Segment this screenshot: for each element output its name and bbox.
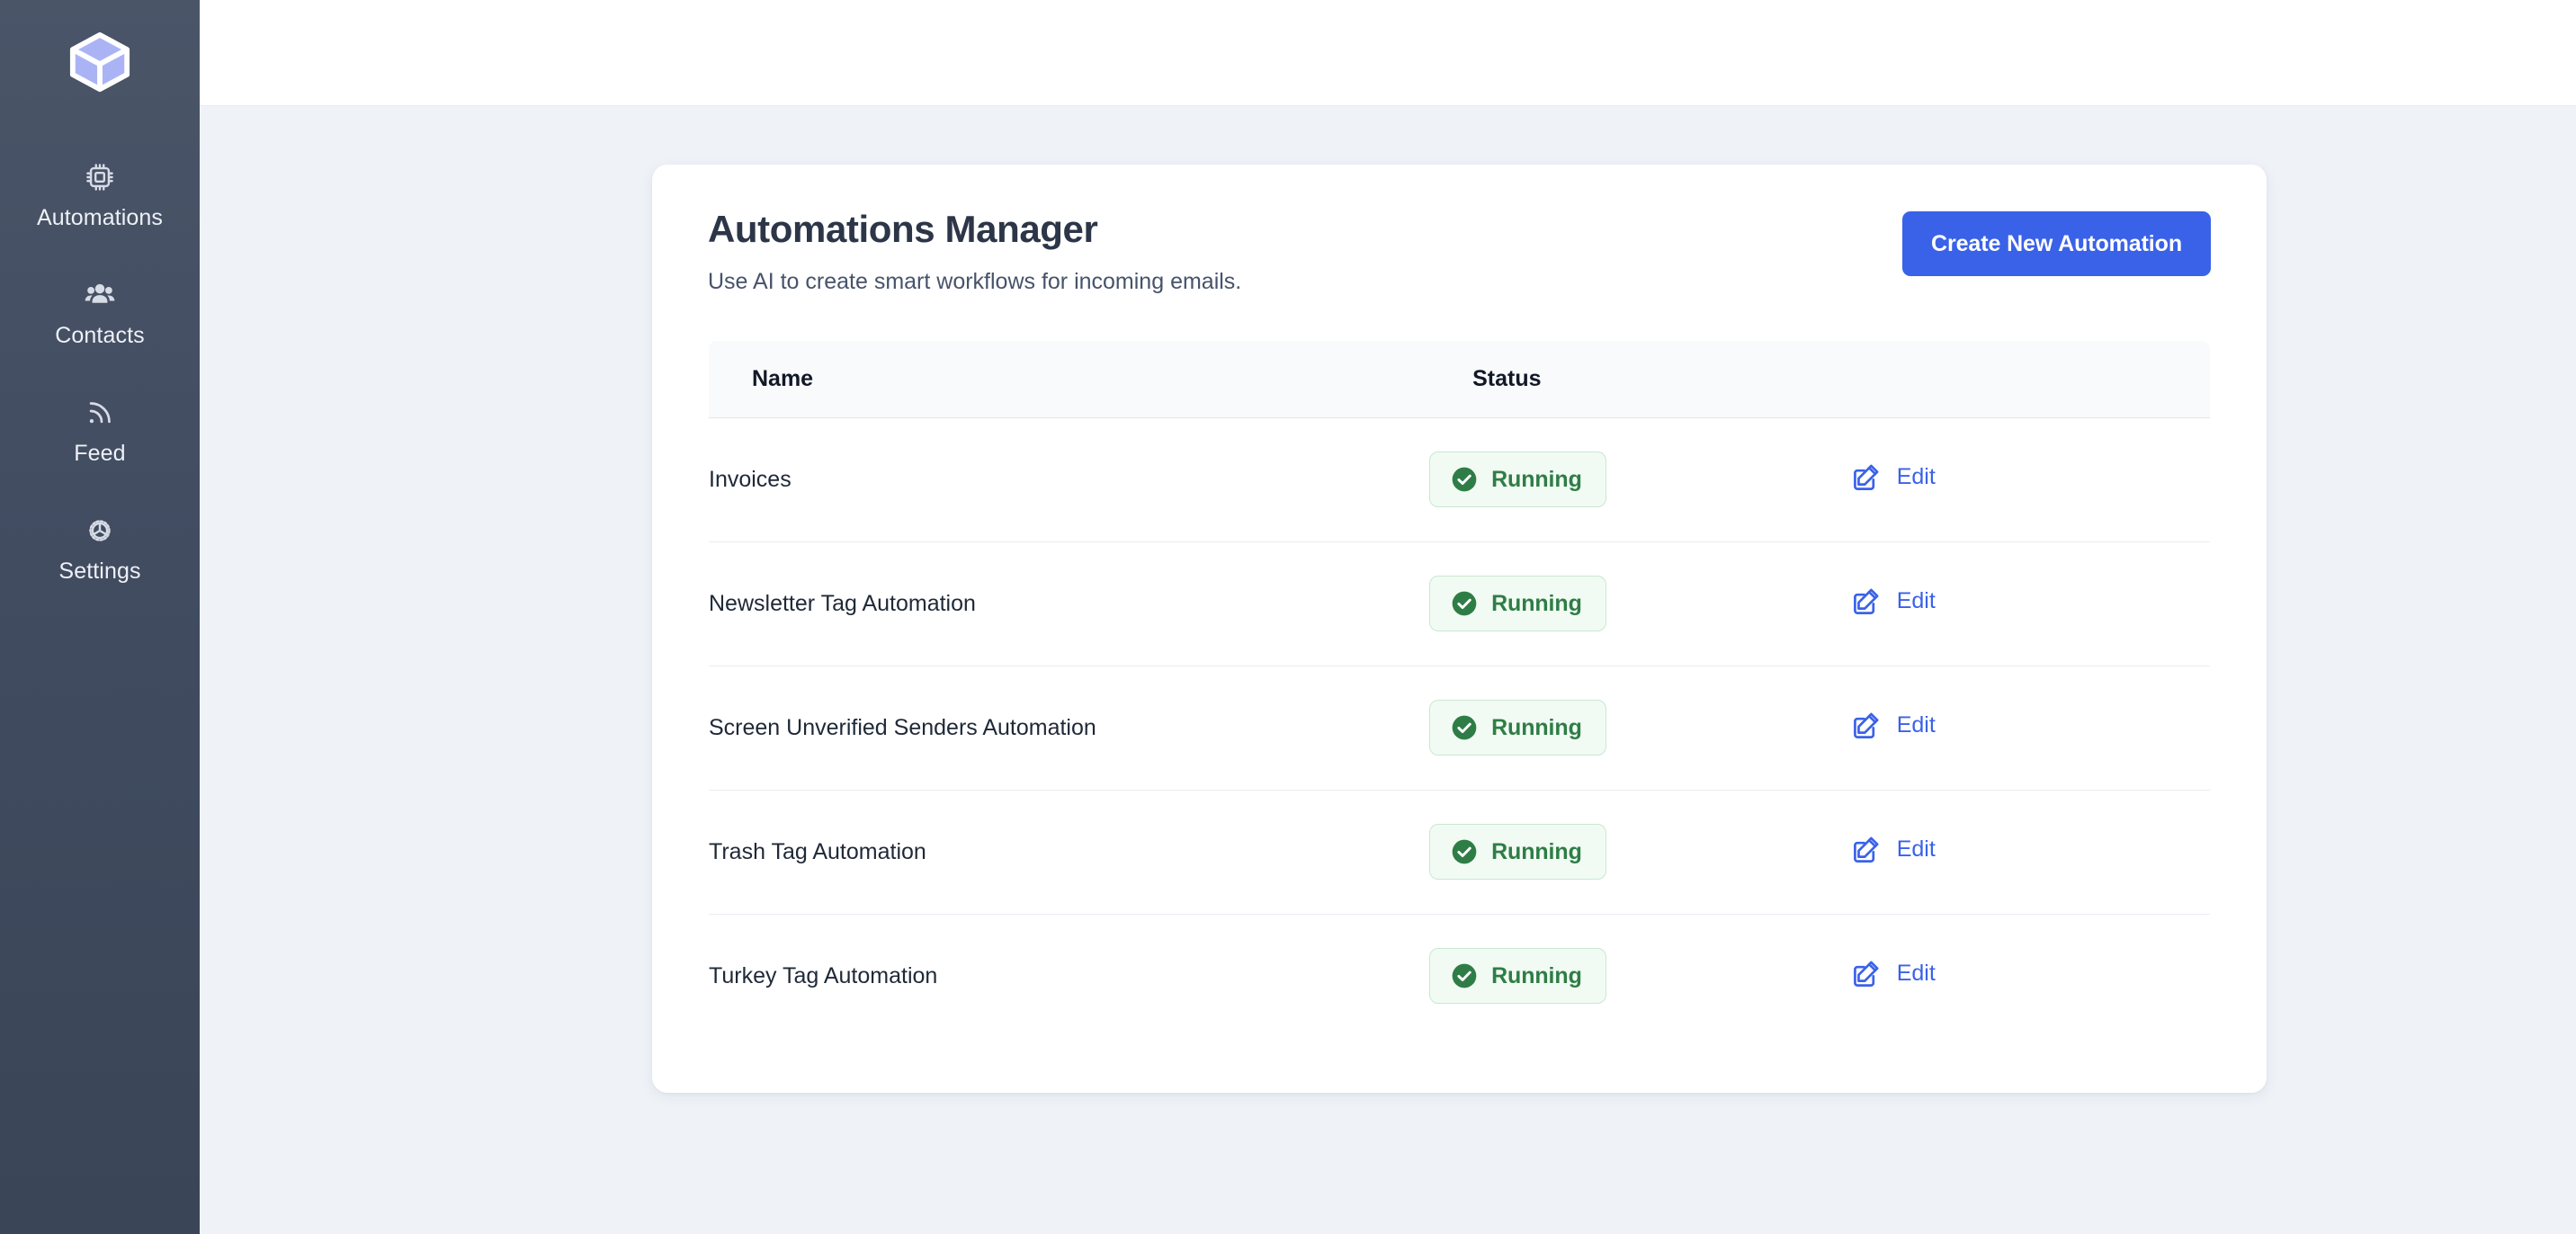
check-circle-icon <box>1452 591 1477 616</box>
sidebar-item-contacts[interactable]: Contacts <box>0 274 200 347</box>
edit-square-icon <box>1853 588 1879 614</box>
table-row: Screen Unverified Senders Automation Run… <box>709 666 2210 791</box>
automation-status-cell: Running <box>1429 417 1850 542</box>
status-label: Running <box>1491 466 1582 492</box>
check-circle-icon <box>1452 467 1477 492</box>
panel-heading-group: Automations Manager Use AI to create sma… <box>708 208 1241 297</box>
status-badge: Running <box>1429 700 1607 756</box>
rss-feed-icon <box>79 392 121 434</box>
automations-table: Name Status Invoices Running Edit Newsle… <box>708 339 2211 1039</box>
edit-label: Edit <box>1896 712 1936 738</box>
page-title: Automations Manager <box>708 208 1098 250</box>
automation-action-cell: Edit <box>1849 417 2210 542</box>
status-label: Running <box>1491 962 1582 988</box>
status-badge: Running <box>1429 948 1607 1005</box>
edit-label: Edit <box>1896 961 1936 987</box>
sidebar-item-label: Contacts <box>55 323 145 348</box>
table-row: Trash Tag Automation Running Edit <box>709 790 2210 915</box>
status-badge: Running <box>1429 576 1607 632</box>
automation-status-cell: Running <box>1429 541 1850 666</box>
page-subtitle: Use AI to create smart workflows for inc… <box>708 269 1242 295</box>
users-group-icon <box>79 274 121 316</box>
panel-header: Automations Manager Use AI to create sma… <box>708 208 2211 297</box>
gear-icon <box>79 510 121 551</box>
table-body: Invoices Running Edit Newsletter Tag Aut… <box>709 417 2210 1038</box>
edit-label: Edit <box>1896 464 1936 490</box>
edit-automation-link[interactable]: Edit <box>1850 586 1936 618</box>
automation-name: Screen Unverified Senders Automation <box>709 666 1430 791</box>
automation-status-cell: Running <box>1429 666 1850 791</box>
automation-status-cell: Running <box>1429 914 1850 1038</box>
edit-square-icon <box>1853 836 1879 863</box>
automation-action-cell: Edit <box>1849 666 2210 791</box>
sidebar-item-feed[interactable]: Feed <box>0 392 200 465</box>
automation-status-cell: Running <box>1429 790 1850 915</box>
automation-action-cell: Edit <box>1850 914 2210 1038</box>
top-bar <box>200 0 2576 106</box>
table-row: Turkey Tag Automation Running Edit <box>709 914 2210 1038</box>
column-header-status: Status <box>1429 340 1850 418</box>
content-area: Automations Manager Use AI to create sma… <box>200 106 2576 1234</box>
create-new-automation-button[interactable]: Create New Automation <box>1902 211 2211 276</box>
check-circle-icon <box>1452 839 1477 864</box>
sidebar-item-label: Feed <box>74 441 126 466</box>
edit-automation-link[interactable]: Edit <box>1850 461 1936 494</box>
edit-square-icon <box>1853 961 1879 987</box>
status-label: Running <box>1491 838 1582 864</box>
table-header-row: Name Status <box>709 340 2210 418</box>
automation-action-cell: Edit <box>1849 541 2210 666</box>
table-row: Invoices Running Edit <box>709 417 2210 542</box>
edit-square-icon <box>1853 712 1879 738</box>
edit-automation-link[interactable]: Edit <box>1850 834 1936 866</box>
edit-square-icon <box>1853 464 1879 490</box>
automation-action-cell: Edit <box>1849 790 2210 915</box>
table-head: Name Status <box>709 340 2210 418</box>
sidebar: Automations Contacts Feed Settings <box>0 0 200 1234</box>
check-circle-icon <box>1452 963 1477 988</box>
automation-name: Newsletter Tag Automation <box>709 541 1430 666</box>
automation-name: Turkey Tag Automation <box>709 962 938 988</box>
sidebar-item-label: Automations <box>36 205 164 230</box>
cube-logo-icon[interactable] <box>61 23 139 101</box>
edit-automation-link[interactable]: Edit <box>1850 710 1936 742</box>
status-badge: Running <box>1429 824 1607 881</box>
edit-label: Edit <box>1896 588 1936 614</box>
check-circle-icon <box>1452 715 1477 740</box>
automation-name: Invoices <box>709 417 1430 542</box>
automation-name: Trash Tag Automation <box>709 790 1430 915</box>
automations-panel-card: Automations Manager Use AI to create sma… <box>652 165 2267 1093</box>
edit-label: Edit <box>1896 836 1936 863</box>
main-region: Automations Manager Use AI to create sma… <box>200 0 2576 1234</box>
column-header-name: Name <box>709 340 1430 418</box>
status-label: Running <box>1491 590 1582 616</box>
cpu-chip-icon <box>79 156 121 198</box>
sidebar-item-label: Settings <box>58 559 141 584</box>
table-row: Newsletter Tag Automation Running Edit <box>709 541 2210 666</box>
column-header-actions <box>1849 340 2210 418</box>
status-label: Running <box>1491 714 1582 740</box>
edit-automation-link[interactable]: Edit <box>1850 958 1936 990</box>
sidebar-item-automations[interactable]: Automations <box>0 156 200 229</box>
sidebar-item-settings[interactable]: Settings <box>0 510 200 583</box>
status-badge: Running <box>1429 452 1607 508</box>
